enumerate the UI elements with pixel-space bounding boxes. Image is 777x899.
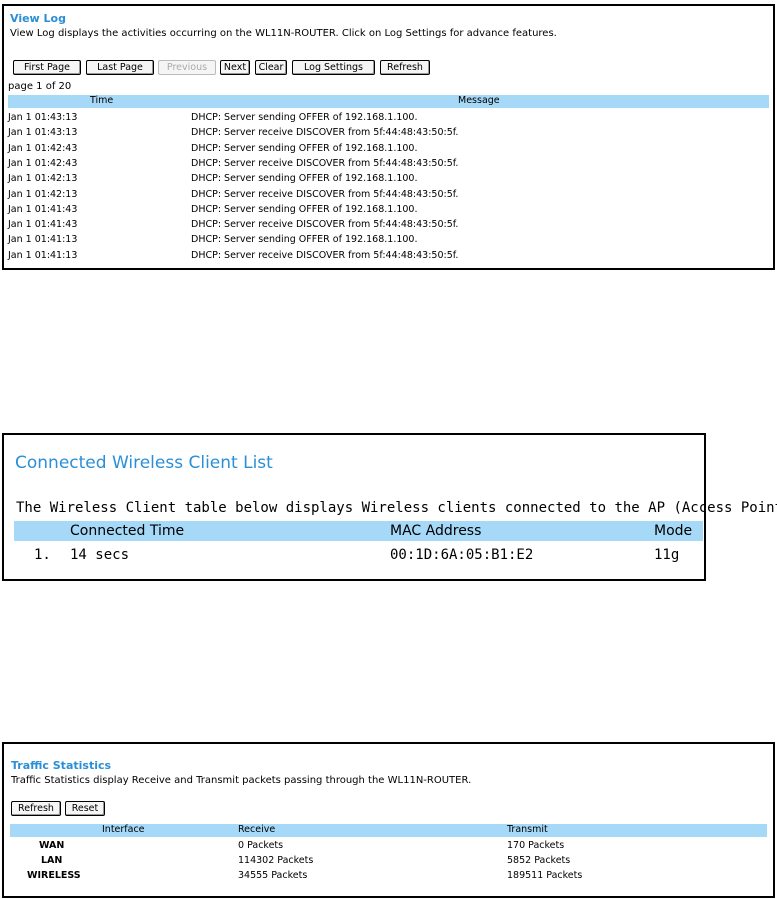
interface-name: LAN [41, 855, 63, 866]
first-page-button[interactable]: First Page [13, 60, 81, 75]
wireless-client-title: Connected Wireless Client List [15, 453, 273, 473]
log-message: DHCP: Server sending OFFER of 192.168.1.… [191, 203, 418, 215]
log-table-row: Jan 1 01:42:13 DHCP: Server receive DISCO… [8, 189, 769, 204]
log-table-row: Jan 1 01:41:13 DHCP: Server receive DISCO… [8, 250, 769, 265]
log-table-row: Jan 1 01:42:43 DHCP: Server receive DISCO… [8, 158, 769, 173]
log-time: Jan 1 01:42:43 [8, 142, 78, 154]
receive-count: 34555 Packets [238, 870, 308, 881]
time-column-header: Time [90, 95, 114, 106]
log-time: Jan 1 01:42:13 [8, 188, 78, 200]
interface-name: WIRELESS [27, 870, 81, 881]
client-table-header: Connected Time MAC Address Mode [14, 521, 703, 541]
traffic-stats-description: Traffic Statistics display Receive and T… [11, 775, 472, 786]
transmit-column-header: Transmit [507, 824, 548, 835]
receive-count: 114302 Packets [238, 855, 314, 866]
client-mode: 11g [654, 547, 680, 563]
view-log-title: View Log [10, 12, 66, 25]
log-table-row: Jan 1 01:43:13 DHCP: Server sending OFFER… [8, 112, 769, 127]
client-connected-time: 14 secs [70, 547, 130, 563]
log-message: DHCP: Server receive DISCOVER from 5f:44… [191, 249, 459, 261]
traffic-stats-title: Traffic Statistics [11, 759, 112, 772]
log-table-row: Jan 1 01:41:13 DHCP: Server sending OFFER… [8, 234, 769, 249]
mode-column-header: Mode [654, 523, 693, 539]
log-message: DHCP: Server sending OFFER of 192.168.1.… [191, 234, 418, 246]
log-table-row: Jan 1 01:42:13 DHCP: Server sending OFFER… [8, 173, 769, 188]
previous-button[interactable]: Previous [158, 60, 216, 75]
receive-count: 0 Packets [238, 840, 284, 851]
log-settings-button[interactable]: Log Settings [292, 60, 375, 75]
traffic-reset-button[interactable]: Reset [65, 801, 105, 816]
wireless-client-description: The Wireless Client table below displays… [16, 500, 777, 516]
clear-button[interactable]: Clear [255, 60, 287, 75]
mac-address-column-header: MAC Address [390, 523, 482, 539]
transmit-count: 189511 Packets [507, 870, 583, 881]
log-message: DHCP: Server sending OFFER of 192.168.1.… [191, 173, 418, 185]
log-time: Jan 1 01:42:43 [8, 157, 78, 169]
log-time: Jan 1 01:41:13 [8, 234, 78, 246]
transmit-count: 170 Packets [507, 840, 565, 851]
client-mac-address: 00:1D:6A:05:B1:E2 [390, 547, 534, 563]
log-time: Jan 1 01:41:13 [8, 249, 78, 261]
log-time: Jan 1 01:41:43 [8, 203, 78, 215]
view-log-panel: View Log View Log displays the activitie… [2, 4, 775, 270]
log-message: DHCP: Server sending OFFER of 192.168.1.… [191, 142, 418, 154]
traffic-table-row: WAN 0 Packets 170 Packets [10, 840, 767, 855]
log-message: DHCP: Server sending OFFER of 192.168.1.… [191, 112, 418, 123]
log-message: DHCP: Server receive DISCOVER from 5f:44… [191, 188, 459, 200]
interface-column-header: Interface [102, 824, 145, 835]
traffic-refresh-button[interactable]: Refresh [11, 801, 61, 816]
refresh-button[interactable]: Refresh [380, 60, 430, 75]
client-table-row: 1. 14 secs 00:1D:6A:05:B1:E2 11g [14, 545, 703, 565]
log-message: DHCP: Server receive DISCOVER from 5f:44… [191, 219, 459, 231]
log-table-row: Jan 1 01:42:43 DHCP: Server sending OFFER… [8, 143, 769, 158]
last-page-button[interactable]: Last Page [86, 60, 154, 75]
message-column-header: Message [458, 95, 500, 106]
traffic-table-row: LAN 114302 Packets 5852 Packets [10, 855, 767, 870]
wireless-client-panel: Connected Wireless Client List The Wirel… [2, 433, 777, 581]
transmit-count: 5852 Packets [507, 855, 571, 866]
log-table-row: Jan 1 01:41:43 DHCP: Server receive DISCO… [8, 219, 769, 234]
log-time: Jan 1 01:43:13 [8, 127, 78, 139]
log-time: Jan 1 01:43:13 [8, 112, 78, 123]
log-message: DHCP: Server receive DISCOVER from 5f:44… [191, 127, 459, 139]
log-time: Jan 1 01:42:13 [8, 173, 78, 185]
traffic-table-header: Interface Receive Transmit [10, 824, 767, 837]
log-table-row: Jan 1 01:43:13 DHCP: Server receive DISCO… [8, 127, 769, 142]
view-log-description: View Log displays the activities occurri… [10, 28, 557, 39]
traffic-table-row: WIRELESS 34555 Packets 189511 Packets [10, 870, 767, 885]
log-table-row: Jan 1 01:41:43 DHCP: Server sending OFFER… [8, 204, 769, 219]
traffic-stats-panel: Traffic Statistics Traffic Statistics di… [2, 742, 775, 898]
connected-time-column-header: Connected Time [70, 523, 185, 539]
log-time: Jan 1 01:41:43 [8, 219, 78, 231]
log-message: DHCP: Server receive DISCOVER from 5f:44… [191, 157, 459, 169]
client-index: 1. [34, 547, 51, 563]
interface-name: WAN [39, 840, 65, 851]
next-button[interactable]: Next [220, 60, 250, 75]
log-table-header: Time Message [8, 95, 769, 108]
receive-column-header: Receive [238, 824, 276, 835]
page-indicator: page 1 of 20 [8, 81, 72, 92]
